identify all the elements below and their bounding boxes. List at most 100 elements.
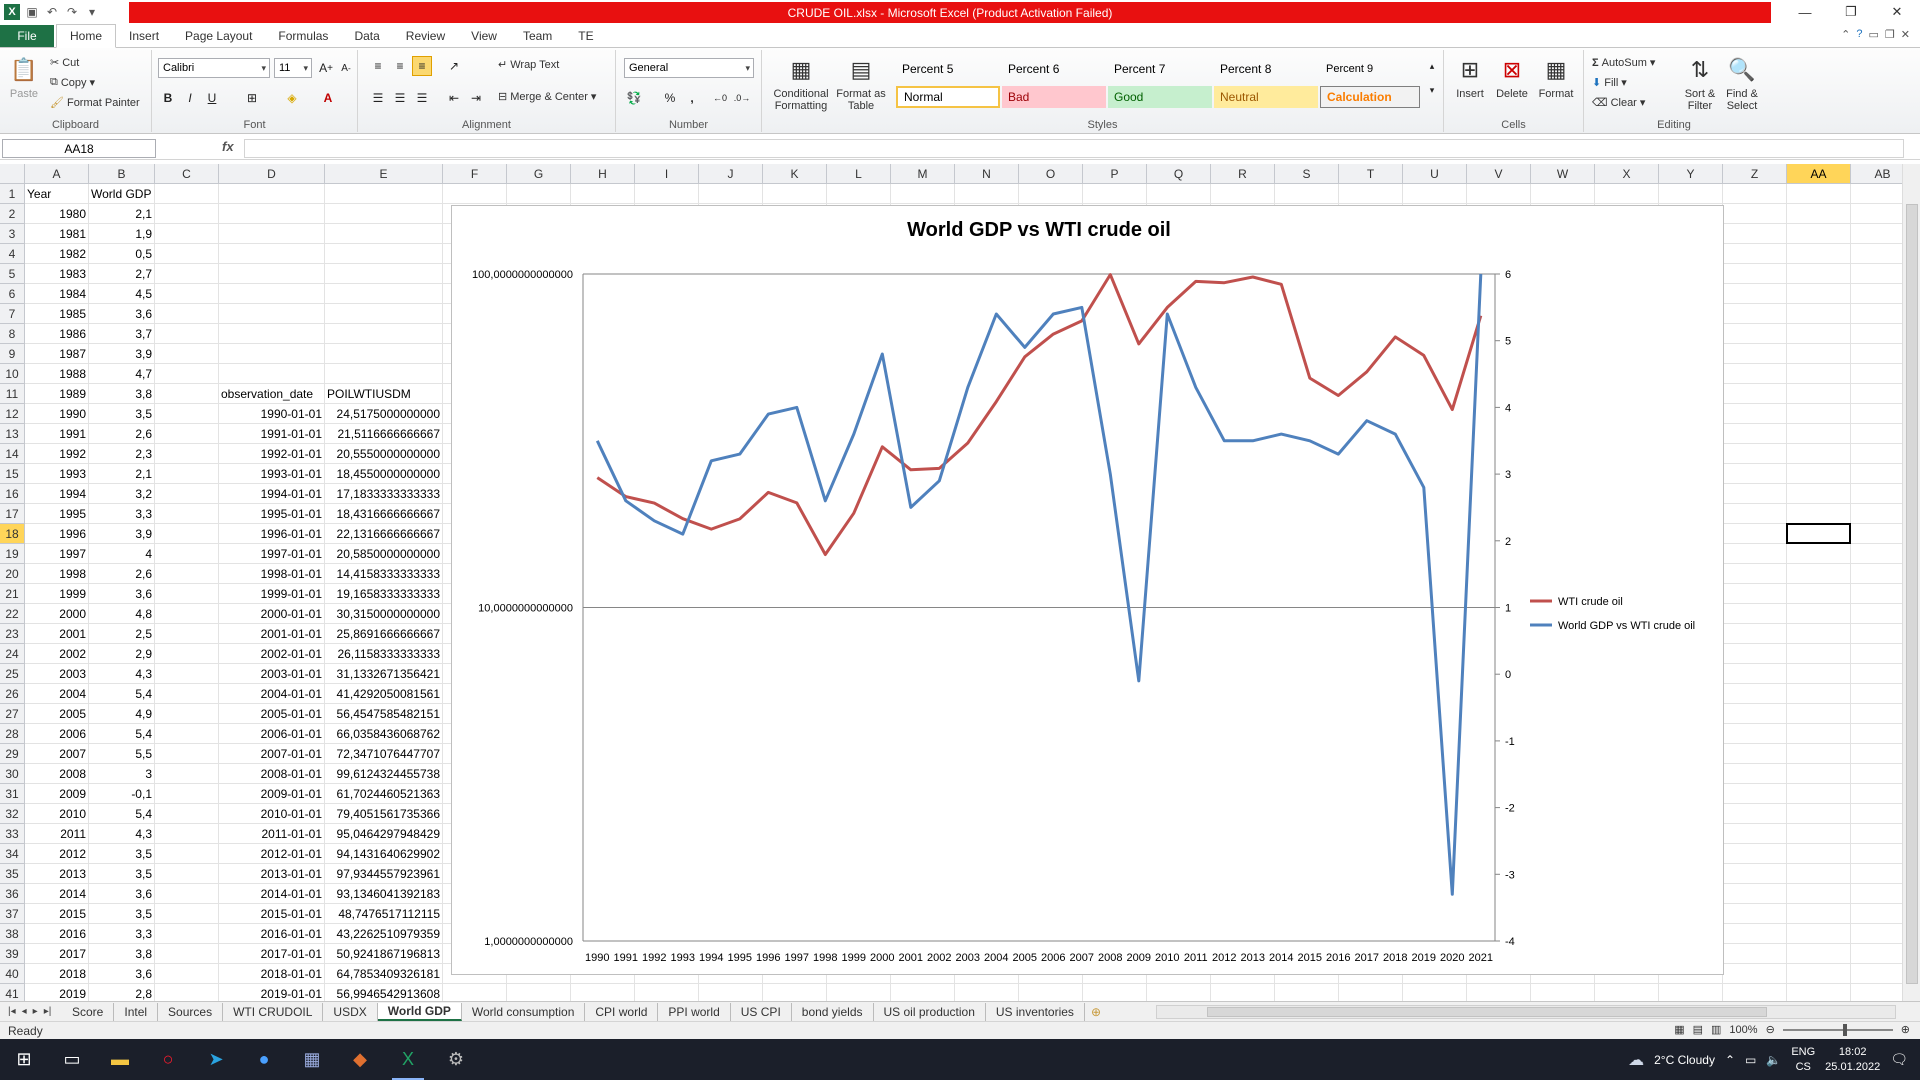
cell[interactable]: 3,3 bbox=[89, 924, 154, 944]
cell[interactable]: 2009 bbox=[25, 784, 88, 804]
cell[interactable]: 3,8 bbox=[89, 944, 154, 964]
format-cells-button[interactable]: ▦ Format bbox=[1534, 54, 1578, 101]
row-header[interactable]: 37 bbox=[0, 904, 25, 924]
insert-cells-button[interactable]: ⊞ Insert bbox=[1450, 54, 1490, 101]
row-header[interactable]: 4 bbox=[0, 244, 25, 264]
cell[interactable]: 1986 bbox=[25, 324, 88, 344]
cell[interactable]: 20,5850000000000 bbox=[325, 544, 442, 564]
restore-button[interactable]: ❐ bbox=[1828, 0, 1874, 24]
style-good[interactable]: Good bbox=[1108, 86, 1212, 108]
name-box[interactable]: AA18 bbox=[2, 139, 156, 158]
cell[interactable]: 2017-01-01 bbox=[219, 944, 324, 964]
row-header[interactable]: 39 bbox=[0, 944, 25, 964]
cell[interactable]: 3,5 bbox=[89, 404, 154, 424]
cell[interactable]: 1995 bbox=[25, 504, 88, 524]
row-header[interactable]: 5 bbox=[0, 264, 25, 284]
sheet-tab[interactable]: WTI CRUDOIL bbox=[223, 1002, 324, 1021]
cell[interactable]: 2,1 bbox=[89, 464, 154, 484]
row-header[interactable]: 33 bbox=[0, 824, 25, 844]
zoom-out-icon[interactable]: ⊖ bbox=[1766, 1023, 1775, 1036]
excel-taskbar-icon[interactable]: X bbox=[384, 1039, 432, 1080]
language-indicator[interactable]: ENG CS bbox=[1791, 1045, 1815, 1075]
row-header[interactable]: 23 bbox=[0, 624, 25, 644]
file-explorer-icon[interactable]: ▬ bbox=[96, 1039, 144, 1080]
tray-chevron-icon[interactable]: ⌃ bbox=[1725, 1053, 1735, 1067]
cell[interactable]: 1980 bbox=[25, 204, 88, 224]
cell[interactable]: 94,1431640629902 bbox=[325, 844, 442, 864]
page-layout-view-icon[interactable]: ▤ bbox=[1693, 1023, 1703, 1036]
tab-page-layout[interactable]: Page Layout bbox=[172, 25, 265, 47]
cell[interactable]: 3,5 bbox=[89, 904, 154, 924]
cell[interactable]: 3,2 bbox=[89, 484, 154, 504]
column-header[interactable]: H bbox=[571, 164, 635, 184]
font-name-combo[interactable]: Calibri bbox=[158, 58, 270, 78]
cell[interactable]: 1999-01-01 bbox=[219, 584, 324, 604]
row-header[interactable]: 20 bbox=[0, 564, 25, 584]
fill-color-icon[interactable]: ◈ bbox=[282, 88, 302, 108]
cell[interactable]: 1994 bbox=[25, 484, 88, 504]
row-header[interactable]: 18 bbox=[0, 524, 25, 544]
column-header[interactable]: X bbox=[1595, 164, 1659, 184]
cell[interactable]: 50,9241867196813 bbox=[325, 944, 442, 964]
style-percent-9[interactable]: Percent 9 bbox=[1320, 58, 1420, 80]
row-header[interactable]: 7 bbox=[0, 304, 25, 324]
fill-button[interactable]: ⬇ Fill ▾ bbox=[1592, 76, 1627, 90]
redo-icon[interactable]: ↷ bbox=[64, 4, 80, 20]
cell[interactable]: 4,8 bbox=[89, 604, 154, 624]
row-header[interactable]: 38 bbox=[0, 924, 25, 944]
column-header[interactable]: B bbox=[89, 164, 155, 184]
cell[interactable]: 99,6124324455738 bbox=[325, 764, 442, 784]
cell[interactable]: 1990-01-01 bbox=[219, 404, 324, 424]
column-header[interactable]: R bbox=[1211, 164, 1275, 184]
new-sheet-icon[interactable]: ⊕ bbox=[1085, 1005, 1107, 1019]
cell[interactable]: 2,8 bbox=[89, 984, 154, 1001]
cell[interactable]: 1996-01-01 bbox=[219, 524, 324, 544]
column-header[interactable]: U bbox=[1403, 164, 1467, 184]
cell[interactable]: 2011-01-01 bbox=[219, 824, 324, 844]
cell[interactable]: 2007 bbox=[25, 744, 88, 764]
column-header[interactable]: Q bbox=[1147, 164, 1211, 184]
column-header[interactable]: W bbox=[1531, 164, 1595, 184]
cell[interactable]: 2,1 bbox=[89, 204, 154, 224]
telegram-icon[interactable]: ➤ bbox=[192, 1039, 240, 1080]
cell[interactable]: 56,4547585482151 bbox=[325, 704, 442, 724]
cell[interactable]: POILWTIUSDM bbox=[325, 384, 442, 404]
mini-restore-icon[interactable]: ❐ bbox=[1885, 28, 1895, 41]
cell[interactable]: 2018-01-01 bbox=[219, 964, 324, 984]
cell[interactable]: 3,6 bbox=[89, 884, 154, 904]
column-header[interactable]: P bbox=[1083, 164, 1147, 184]
cell[interactable]: 2003 bbox=[25, 664, 88, 684]
conditional-formatting-button[interactable]: ▦ Conditional Formatting bbox=[768, 54, 834, 113]
clear-button[interactable]: ⌫ Clear ▾ bbox=[1592, 96, 1645, 110]
mini-close-icon[interactable]: ✕ bbox=[1901, 28, 1910, 41]
cell[interactable]: 26,1158333333333 bbox=[325, 644, 442, 664]
cell[interactable]: 2,9 bbox=[89, 644, 154, 664]
autosum-button[interactable]: Σ AutoSum ▾ bbox=[1592, 56, 1655, 70]
cell[interactable]: 79,4051561735366 bbox=[325, 804, 442, 824]
vertical-scrollbar[interactable] bbox=[1902, 164, 1920, 1001]
column-header[interactable]: C bbox=[155, 164, 219, 184]
underline-button[interactable]: U bbox=[202, 88, 222, 108]
cell[interactable]: 2019-01-01 bbox=[219, 984, 324, 1001]
cell[interactable]: 3,7 bbox=[89, 324, 154, 344]
cell[interactable]: 4,7 bbox=[89, 364, 154, 384]
sheet-tab[interactable]: USDX bbox=[323, 1002, 378, 1021]
cell[interactable]: 66,0358436068762 bbox=[325, 724, 442, 744]
cell[interactable]: 1991-01-01 bbox=[219, 424, 324, 444]
cell[interactable]: 43,2262510979359 bbox=[325, 924, 442, 944]
mini-minimize-icon[interactable]: ▭ bbox=[1869, 28, 1879, 41]
delete-cells-button[interactable]: ⊠ Delete bbox=[1492, 54, 1532, 101]
cell[interactable]: 2005 bbox=[25, 704, 88, 724]
cell[interactable]: 2013-01-01 bbox=[219, 864, 324, 884]
cell[interactable]: 2001 bbox=[25, 624, 88, 644]
cell[interactable]: 0,5 bbox=[89, 244, 154, 264]
last-sheet-icon[interactable]: ▸| bbox=[44, 1006, 52, 1017]
cell[interactable]: 1997-01-01 bbox=[219, 544, 324, 564]
cell[interactable]: 4,3 bbox=[89, 824, 154, 844]
cell[interactable]: 3,3 bbox=[89, 504, 154, 524]
cell[interactable]: 31,1332671356421 bbox=[325, 664, 442, 684]
cell[interactable]: 4,3 bbox=[89, 664, 154, 684]
column-header[interactable]: AB bbox=[1851, 164, 1902, 184]
cell[interactable]: 2006 bbox=[25, 724, 88, 744]
cell[interactable]: 64,7853409326181 bbox=[325, 964, 442, 984]
